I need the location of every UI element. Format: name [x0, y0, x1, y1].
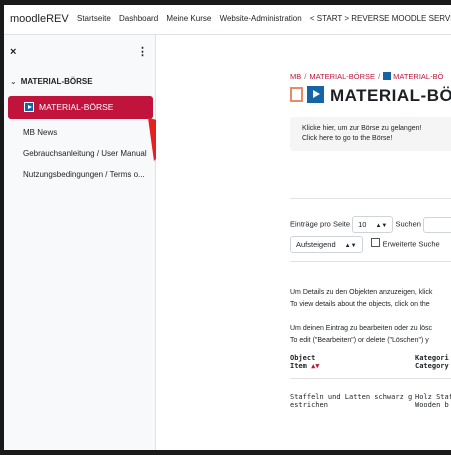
- entries-per-page-value: 10: [358, 220, 367, 229]
- activity-play-icon: [307, 86, 324, 103]
- drawer-item-label: MATERIAL-BÖRSE: [39, 102, 114, 112]
- nav-link-dashboard[interactable]: Dashboard: [119, 14, 158, 23]
- entries-controls: Einträge pro Seite 10 ▲▼ Suchen: [290, 216, 451, 233]
- document-icon: [290, 87, 303, 102]
- section-title: MATERIAL-BÖRSE: [20, 77, 93, 86]
- drawer-item-material-boerse[interactable]: MATERIAL-BÖRSE: [8, 96, 153, 119]
- table-row-separator: [290, 378, 451, 379]
- activity-play-icon: [24, 102, 34, 112]
- intro-text-en[interactable]: Click here to go to the Börse!: [302, 135, 392, 142]
- page-title: MATERIAL-BÖR: [330, 86, 451, 105]
- details-hint-de: Um Details zu den Objekten anzuzeigen, k…: [290, 289, 433, 296]
- column-header-category-de: Kategori: [415, 354, 449, 362]
- category-line: Wooden b: [415, 401, 449, 409]
- object-name-line: estrichen: [290, 401, 328, 409]
- intro-text-de[interactable]: Klicke hier, um zur Börse zu gelangen!: [302, 125, 421, 132]
- site-brand[interactable]: moodleREV: [10, 13, 69, 25]
- entries-per-page-label: Einträge pro Seite: [290, 219, 351, 229]
- close-drawer-icon[interactable]: ×: [10, 46, 16, 58]
- breadcrumb-separator: /: [304, 72, 307, 81]
- column-header-category[interactable]: Kategori Category: [415, 354, 449, 370]
- column-header-object[interactable]: Object Item ▲▼: [290, 354, 320, 370]
- primary-navigation: Startseite Dashboard Meine Kurse Website…: [77, 14, 451, 23]
- divider: [290, 198, 451, 199]
- search-input[interactable]: [423, 216, 451, 233]
- browser-page: moodleREV Startseite Dashboard Meine Kur…: [4, 5, 451, 450]
- entries-per-page-select[interactable]: 10 ▲▼: [352, 216, 394, 233]
- main-content: MB / MATERIAL-BÖRSE / MATERIAL-BÖ MATERIAL-B…: [156, 35, 451, 450]
- table-cell-category: Holz StaffWooden b: [415, 393, 451, 409]
- breadcrumb-item-material-boerse[interactable]: MATERIAL-BÖRSE: [309, 72, 375, 81]
- sort-order-select[interactable]: Aufsteigend ▲▼: [290, 236, 363, 253]
- category-line: Holz Staff: [415, 393, 451, 401]
- advanced-search-checkbox[interactable]: [370, 238, 380, 248]
- divider: [290, 261, 451, 262]
- sort-order-value: Aufsteigend: [296, 240, 336, 249]
- chevron-down-icon: ⌄: [10, 77, 17, 86]
- table-cell-object[interactable]: Staffeln und Latten schwarz g estrichen: [290, 393, 412, 409]
- select-caret-icon: ▲▼: [375, 223, 388, 229]
- course-section-header[interactable]: ⌄ MATERIAL-BÖRSE: [10, 77, 93, 86]
- course-index-drawer: × ⋮ ⌄ MATERIAL-BÖRSE MATERIAL-BÖRSE MB Ne…: [4, 35, 156, 450]
- breadcrumb: MB / MATERIAL-BÖRSE / MATERIAL-BÖ: [290, 72, 443, 81]
- object-name-line: Staffeln und Latten schwarz g: [290, 393, 413, 401]
- advanced-search-label[interactable]: Erweiterte Suche: [383, 239, 440, 248]
- search-label: Suchen: [395, 219, 421, 229]
- sort-arrows-icon[interactable]: ▲▼: [311, 362, 319, 370]
- nav-link-meine-kurse[interactable]: Meine Kurse: [166, 14, 211, 23]
- breadcrumb-separator: /: [378, 72, 381, 81]
- column-header-object-de: Object: [290, 354, 316, 362]
- column-header-category-en: Category: [415, 362, 449, 370]
- drawer-item-user-manual[interactable]: Gebrauchsanleitung / User Manual: [23, 149, 153, 158]
- details-hint-en: To view details about the objects, click…: [290, 301, 430, 308]
- nav-link-startseite[interactable]: Startseite: [77, 14, 111, 23]
- sort-controls: Aufsteigend ▲▼ Erweiterte Suche: [290, 236, 440, 253]
- select-caret-icon: ▲▼: [344, 243, 357, 249]
- column-header-object-en: Item: [290, 362, 307, 370]
- page-header: MATERIAL-BÖR: [290, 86, 451, 106]
- drawer-item-terms[interactable]: Nutzungsbedingungen / Terms o...: [23, 170, 153, 179]
- nav-link-website-administration[interactable]: Website-Administration: [220, 14, 302, 23]
- activity-play-icon: [383, 72, 392, 80]
- edit-hint-en: To edit ("Bearbeiten") or delete ("Lösch…: [290, 337, 429, 344]
- more-options-icon[interactable]: ⋮: [137, 45, 148, 58]
- intro-box[interactable]: Klicke hier, um zur Börse zu gelangen! C…: [290, 117, 451, 151]
- top-navbar: moodleREV Startseite Dashboard Meine Kur…: [4, 5, 451, 35]
- breadcrumb-item-current[interactable]: MATERIAL-BÖ: [393, 72, 443, 81]
- breadcrumb-item-mb[interactable]: MB: [290, 72, 301, 81]
- drawer-item-mb-news[interactable]: MB News: [23, 128, 153, 137]
- nav-link-course-dropdown[interactable]: < START > REVERSE MOODLE SERVER ⌄: [310, 14, 451, 23]
- edit-hint-de: Um deinen Eintrag zu bearbeiten oder zu …: [290, 325, 433, 332]
